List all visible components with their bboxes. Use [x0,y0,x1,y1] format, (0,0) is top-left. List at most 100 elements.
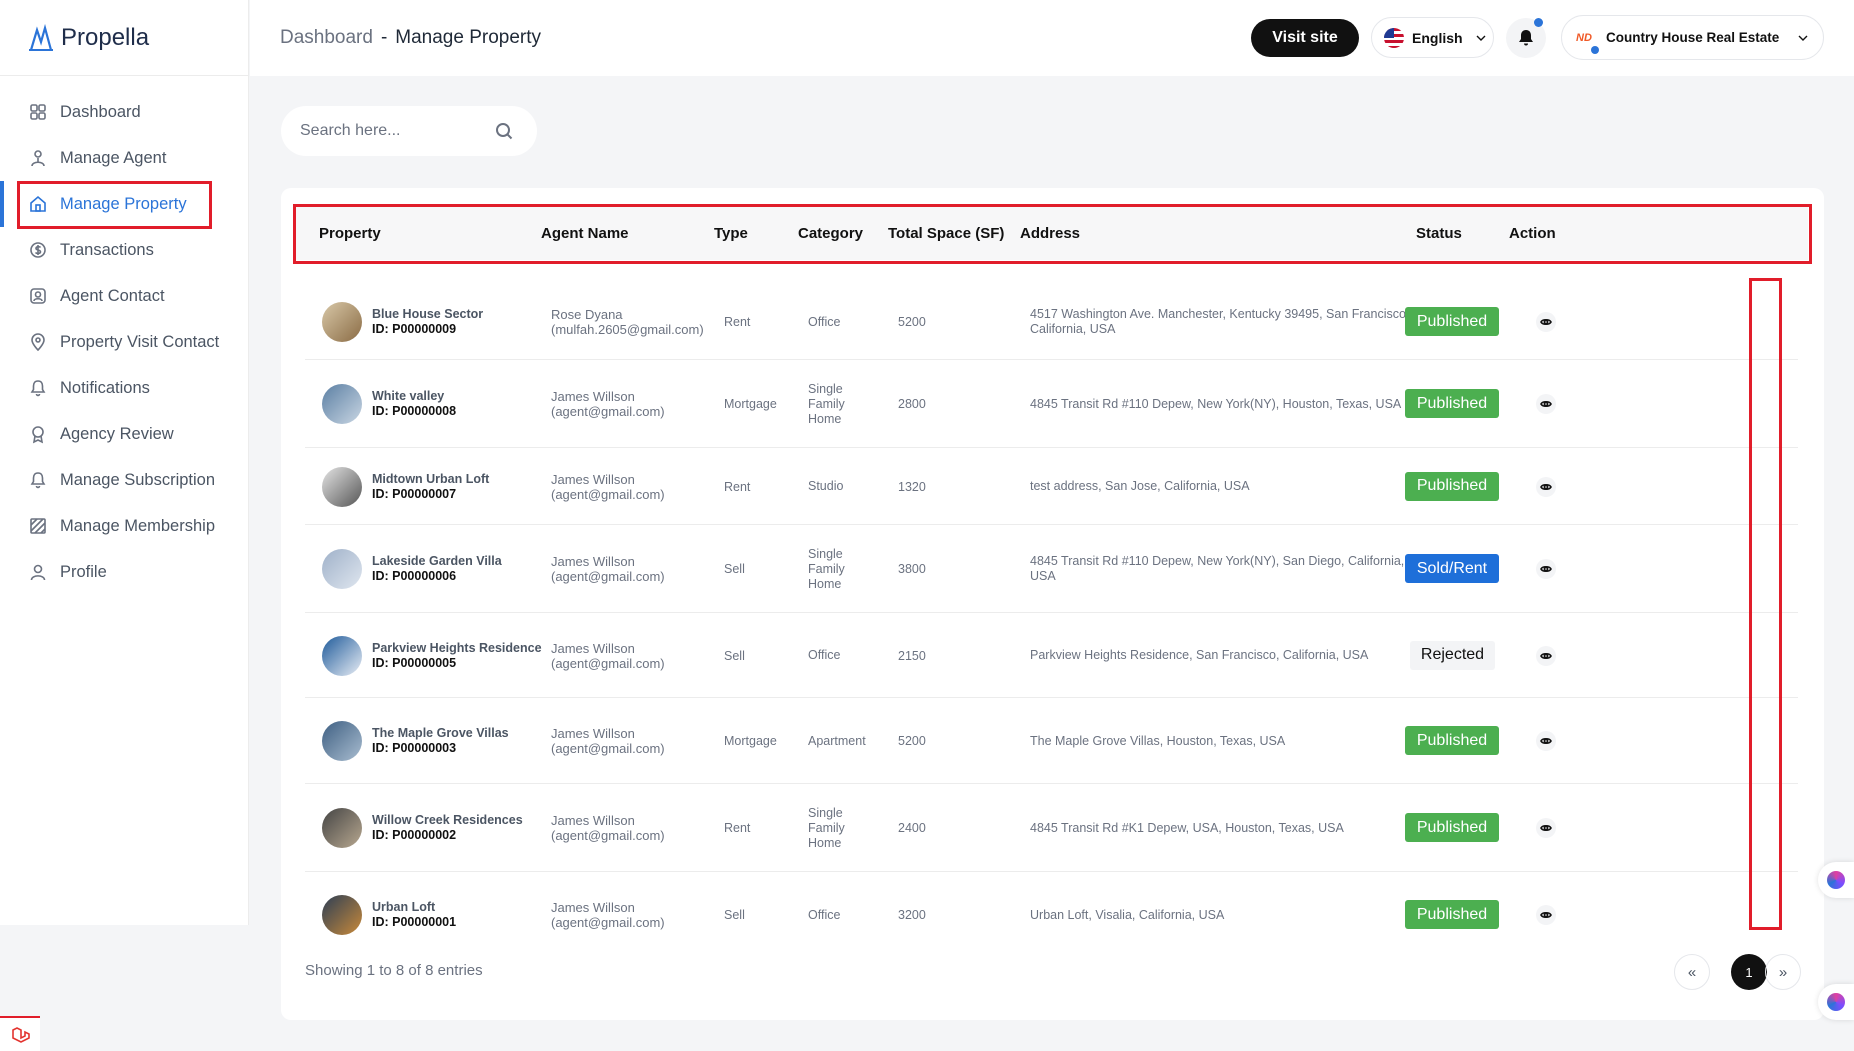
entries-info: Showing 1 to 8 of 8 entries [305,962,483,979]
view-button[interactable] [1536,818,1556,838]
sidebar-item-transactions[interactable]: Transactions [0,227,248,273]
property-name: Parkview Heights Residence [372,640,542,655]
ai-brain-icon [1827,993,1845,1011]
visit-site-button[interactable]: Visit site [1251,19,1359,57]
sidebar-item-dashboard[interactable]: Dashboard [0,89,248,135]
address-cell: The Maple Grove Villas, Houston, Texas, … [1030,734,1425,749]
property-id: ID: P00000006 [372,569,457,583]
language-selector[interactable]: English [1371,17,1494,58]
agent-email: (agent@gmail.com) [551,741,665,756]
view-button[interactable] [1536,731,1556,751]
category-cell: Studio [808,479,843,494]
sidebar-item-manage-agent[interactable]: Manage Agent [0,135,248,181]
property-cell[interactable]: White valley ID: P00000008 [372,389,456,419]
sidebar-item-profile[interactable]: Profile [0,549,248,595]
agent-name: James Willson [551,471,635,487]
notification-bell[interactable] [1506,18,1546,58]
category-line: Home [808,576,842,591]
property-id: ID: P00000008 [372,404,457,418]
sidebar-item-manage-membership[interactable]: Manage Membership [0,503,248,549]
search-icon[interactable] [495,122,513,140]
category-line: Family [808,396,845,411]
property-cell[interactable]: The Maple Grove Villas ID: P00000003 [372,726,509,756]
sidebar-item-property-visit-contact[interactable]: Property Visit Contact [0,319,248,365]
address-line: 4517 Washington Ave. Manchester, Kentuck… [1030,307,1410,321]
category-line: Studio [808,479,844,493]
column-header-address[interactable]: Address [1020,206,1080,260]
type-cell: Mortgage [724,734,777,748]
breadcrumb-separator: - [380,27,388,48]
agent-name: James Willson [551,726,635,741]
space-cell: 2150 [898,648,926,663]
address-line: 4845 Transit Rd #110 Depew, New York(NY)… [1030,554,1405,568]
property-thumbnail [322,466,362,507]
view-button[interactable] [1536,905,1556,925]
table-row: Urban Loft ID: P00000001 James Willson (age… [305,872,1798,958]
column-header-type[interactable]: Type [714,206,748,260]
pagination-page-1[interactable]: 1 [1731,954,1767,990]
space-cell: 5200 [898,734,926,748]
view-button[interactable] [1536,645,1556,666]
eye-icon [1540,911,1552,919]
brand-name: Propella [61,23,150,51]
type-cell: Rent [724,821,751,835]
pagination-next[interactable]: » [1765,954,1801,990]
property-cell[interactable]: Midtown Urban Loft ID: P00000007 [372,472,489,502]
agent-name: Rose Dyana [551,307,623,322]
search-input[interactable] [300,122,495,140]
account-avatar: ND [1572,25,1599,54]
breadcrumb-root[interactable]: Dashboard [280,27,373,48]
pagination-prev[interactable]: « [1674,954,1710,990]
sidebar-item-notifications[interactable]: Notifications [0,365,248,411]
agent-name: James Willson [551,389,635,404]
column-header-action[interactable]: Action [1509,206,1556,260]
property-cell[interactable]: Lakeside Garden Villa ID: P00000006 [372,554,502,584]
sidebar-item-manage-property[interactable]: Manage Property [0,181,248,229]
column-header-agent-name[interactable]: Agent Name [541,206,629,260]
agent-cell: James Willson (agent@gmail.com) [551,641,665,671]
status-badge-sold-rent: Sold/Rent [1405,554,1499,583]
property-cell[interactable]: Parkview Heights Residence ID: P00000005 [372,641,542,671]
view-button[interactable] [1536,394,1556,414]
sidebar-item-label: Manage Property [60,194,187,213]
property-cell[interactable]: Blue House Sector ID: P00000009 [372,307,483,337]
sidebar-item-agent-contact[interactable]: Agent Contact [0,273,248,319]
address-cell: 4845 Transit Rd #110 Depew, New York(NY)… [1030,397,1425,412]
brand[interactable]: Propella [0,0,248,76]
property-thumbnail [322,302,362,342]
breadcrumb-current: Manage Property [395,27,542,48]
space-cell: 3800 [898,562,926,576]
sidebar-item-manage-subscription[interactable]: Manage Subscription [0,457,248,503]
address-line: The Maple Grove Villas, Houston, Texas, … [1030,733,1286,748]
address-line: 4845 Transit Rd #K1 Depew, USA, Houston,… [1030,820,1344,835]
eye-icon [1540,737,1552,745]
view-button[interactable] [1536,476,1556,497]
type-cell: Rent [724,479,751,494]
category-line: Office [808,314,841,329]
address-cell: Urban Loft, Visalia, California, USA [1030,908,1425,923]
sidebar: Propella Dashboard Manage Agent Manage Pro… [0,0,249,925]
column-header-total-space-sf[interactable]: Total Space (SF) [888,206,1004,260]
address-cell: 4517 Washington Ave. Manchester, Kentuck… [1030,307,1425,337]
view-button[interactable] [1536,312,1556,332]
sidebar-item-label: Profile [60,562,107,581]
property-cell[interactable]: Urban Loft ID: P00000001 [372,900,456,930]
property-thumbnail [322,635,362,676]
status-badge-rejected: Rejected [1410,640,1495,670]
view-button[interactable] [1536,559,1556,579]
debugbar-toggle[interactable] [0,1016,40,1051]
account-menu[interactable]: ND Country House Real Estate [1561,15,1824,60]
category-line: Apartment [808,733,866,748]
ai-assistant-button-2[interactable] [1818,984,1854,1020]
property-name: Midtown Urban Loft [372,471,490,486]
ai-assistant-button[interactable] [1818,862,1854,898]
address-cell: 4845 Transit Rd #110 Depew, New York(NY)… [1030,554,1425,584]
property-table-card: Property Agent Name Type Category Total Spac… [281,188,1824,1020]
column-header-category[interactable]: Category [798,206,863,260]
column-header-status[interactable]: Status [1416,206,1462,260]
bell-icon [1519,30,1533,46]
sidebar-item-label: Manage Subscription [60,470,216,489]
property-cell[interactable]: Willow Creek Residences ID: P00000002 [372,813,523,843]
column-header-property[interactable]: Property [319,206,381,260]
sidebar-item-agency-review[interactable]: Agency Review [0,411,248,457]
